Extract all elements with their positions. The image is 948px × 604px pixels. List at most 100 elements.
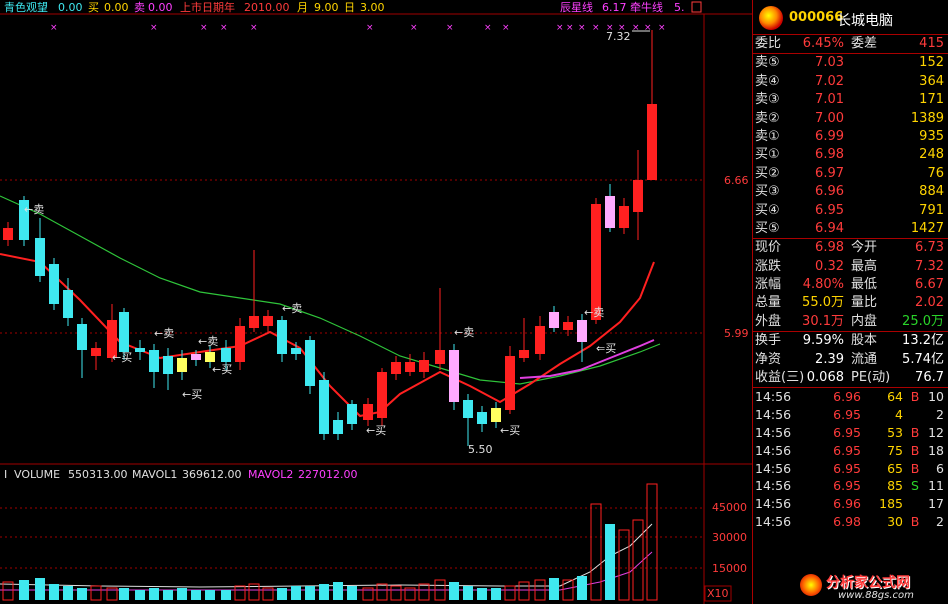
mavol2-label: MAVOL2 (248, 468, 293, 481)
quote-label: 卖① (755, 128, 780, 144)
volume-bar (77, 588, 87, 600)
trade-side: B (910, 442, 920, 458)
quote-value: 0.32 (815, 258, 844, 274)
trade-count: 18 (928, 442, 944, 458)
buy-signal: ←买 (182, 388, 202, 401)
quote-label-2: 量比 (851, 295, 878, 311)
trade-side: B (910, 460, 920, 476)
quote-label: 买③ (755, 184, 780, 200)
expand-icon[interactable] (691, 1, 702, 13)
trade-volume: 75 (887, 442, 903, 458)
low-price-label: 5.50 (468, 443, 493, 456)
quote-value: 7.01 (815, 92, 844, 108)
trade-count: 11 (928, 478, 944, 494)
quote-value: 6.45% (802, 36, 844, 51)
volume-bar (549, 578, 559, 600)
quote-value-2: 152 (919, 55, 944, 71)
trade-count: 6 (936, 460, 944, 476)
trade-volume: 53 (887, 425, 903, 441)
trade-time: 14:56 (755, 389, 792, 405)
candle-body (263, 316, 273, 326)
candle-body (35, 238, 45, 276)
volume-bar (577, 576, 587, 600)
volume-bar (63, 586, 73, 600)
volume-bar (205, 590, 215, 600)
volume-bar (333, 582, 343, 600)
candle-body (91, 348, 101, 356)
quote-label: 现价 (755, 240, 782, 256)
quote-value: 7.03 (815, 55, 844, 71)
trade-side: S (911, 478, 919, 494)
quote-value-2: 13.2亿 (902, 333, 944, 349)
candle-body (491, 408, 501, 422)
volume-bar (163, 590, 173, 600)
candle-body (347, 404, 357, 424)
volume-unit: X10 (707, 587, 729, 600)
quote-label-2: 流通 (851, 351, 878, 367)
candle-body (577, 320, 587, 342)
candle-body (49, 264, 59, 304)
candle-body (77, 324, 87, 350)
quote-row: 净资 2.39 流通 5.74亿 (753, 351, 948, 369)
quote-value-2: 6.73 (915, 240, 944, 256)
signal-x-marker: × (484, 23, 492, 33)
candle-body (563, 322, 573, 330)
volume-marker: I (4, 468, 7, 481)
quote-value-2: 171 (919, 92, 944, 108)
kline-chart[interactable]: 青色观望 0.00 买 0.00 卖 0.00 上市日期年 2010.00 月 … (0, 0, 752, 604)
candle-body (535, 326, 545, 354)
candle-body (205, 352, 215, 362)
quote-header: 000066 长城电脑 (753, 0, 948, 35)
stock-name[interactable]: 长城电脑 (837, 10, 893, 30)
quote-label: 委比 (755, 36, 782, 51)
signal-x-marker: × (200, 23, 208, 33)
chart-area[interactable]: 青色观望 0.00 买 0.00 卖 0.00 上市日期年 2010.00 月 … (0, 0, 752, 604)
candle-body (119, 312, 129, 352)
signal-markers: × × × × × × × × × × × × × × × × × × × (50, 23, 666, 33)
candle-body (449, 350, 459, 402)
trade-row: 14:56 6.96 185 17 (753, 495, 948, 513)
quote-label: 买④ (755, 202, 780, 218)
quote-value-2: 7.32 (915, 258, 944, 274)
quote-value-2: 5.74亿 (902, 351, 944, 367)
trade-time: 14:56 (755, 442, 792, 458)
quote-label: 净资 (755, 351, 782, 367)
trade-side: B (910, 389, 920, 405)
trade-time: 14:56 (755, 496, 792, 512)
quote-value: 6.99 (815, 128, 844, 144)
cow-line-label: 牵牛线 (630, 0, 663, 14)
quote-value-2: 6.67 (915, 277, 944, 293)
buy-signal: ⇐买 (596, 342, 616, 355)
trade-row: 14:56 6.95 53 B 12 (753, 424, 948, 442)
trade-count: 2 (936, 407, 944, 423)
volume-bar (504, 585, 516, 601)
volume-bar (491, 588, 501, 600)
candle-body (405, 362, 415, 372)
quote-label: 卖③ (755, 92, 780, 108)
volume-bar (376, 583, 388, 601)
sell-signal: ←卖 (584, 306, 604, 319)
candle-body (221, 348, 231, 362)
quote-value-2: 791 (919, 202, 944, 218)
quote-row: 总量 55.0万 量比 2.02 (753, 294, 948, 312)
buy-value: 0.00 (104, 1, 129, 14)
stock-code[interactable]: 000066 (789, 10, 843, 25)
quote-label: 收益(三) (755, 370, 805, 386)
sell-value: 0.00 (148, 1, 173, 14)
candle-body (249, 316, 259, 328)
signal-x-marker: × (502, 23, 510, 33)
volume-bar (319, 584, 329, 600)
volume-bar (90, 585, 102, 601)
month-label: 月 (297, 1, 308, 14)
quote-row: 买③ 6.96 884 (753, 183, 948, 201)
trade-count: 2 (936, 514, 944, 529)
candle-body (333, 420, 343, 434)
quote-row: 现价 6.98 今开 6.73 (753, 238, 948, 257)
candles (3, 30, 657, 446)
trade-volume: 85 (887, 478, 903, 494)
volume-bar (590, 503, 602, 601)
candle-body (319, 380, 329, 434)
quote-row: 买② 6.97 76 (753, 165, 948, 183)
trade-row: 14:56 6.95 75 B 18 (753, 442, 948, 460)
mavol1-line (0, 523, 653, 588)
